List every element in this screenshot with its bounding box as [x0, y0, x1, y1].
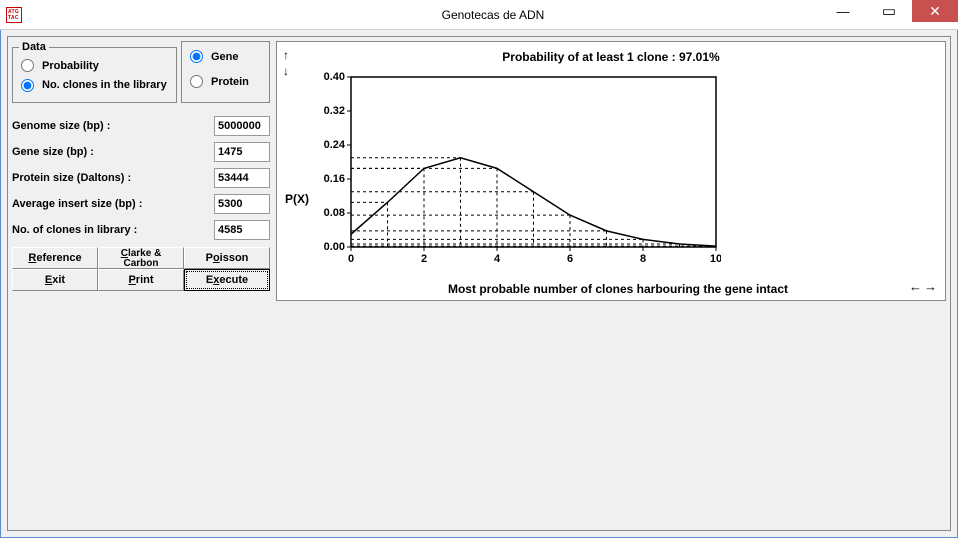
radio-no-clones[interactable]: No. clones in the library	[19, 74, 170, 96]
clarke-carbon-button[interactable]: Clarke &Carbon	[98, 247, 184, 269]
protein-size-label: Protein size (Daltons) :	[12, 172, 214, 184]
inner-panel: Data Probability No. clones in the libra…	[7, 36, 951, 531]
radio-gene[interactable]: Gene	[188, 48, 263, 65]
titlebar: Genotecas de ADN — ▭ ✕	[0, 0, 958, 30]
chart-title: Probability of at least 1 clone : 97.01%	[277, 50, 945, 64]
client-area: Data Probability No. clones in the libra…	[0, 30, 958, 538]
reference-button[interactable]: Reference	[12, 247, 98, 269]
radio-gene-label: Gene	[211, 51, 239, 63]
avg-insert-label: Average insert size (bp) :	[12, 198, 214, 210]
data-groupbox: Data Probability No. clones in the libra…	[12, 41, 177, 103]
field-avg-insert: Average insert size (bp) :	[12, 191, 270, 217]
x-arrows[interactable]: ← →	[909, 279, 937, 294]
poisson-button[interactable]: Poisson	[184, 247, 270, 269]
x-axis-label: Most probable number of clones harbourin…	[321, 283, 915, 296]
svg-text:0.16: 0.16	[324, 173, 345, 185]
svg-text:8: 8	[640, 253, 646, 265]
minimize-button[interactable]: —	[820, 0, 866, 22]
field-gene-size: Gene size (bp) :	[12, 139, 270, 165]
button-grid: Reference Clarke &Carbon Poisson Exit Pr…	[12, 247, 270, 291]
field-protein-size: Protein size (Daltons) :	[12, 165, 270, 191]
svg-text:0.00: 0.00	[324, 241, 345, 253]
close-button[interactable]: ✕	[912, 0, 958, 22]
exit-button[interactable]: Exit	[12, 269, 98, 291]
svg-text:0.08: 0.08	[324, 207, 345, 219]
radio-protein-label: Protein	[211, 76, 249, 88]
chart-panel: ↑ ↓ Probability of at least 1 clone : 97…	[276, 41, 946, 301]
svg-text:2: 2	[421, 253, 427, 265]
protein-size-input[interactable]	[214, 168, 270, 188]
svg-text:0.24: 0.24	[324, 139, 346, 151]
radio-protein[interactable]: Protein	[188, 73, 263, 90]
svg-text:10: 10	[710, 253, 721, 265]
svg-text:6: 6	[567, 253, 573, 265]
field-genome-size: Genome size (bp) :	[12, 113, 270, 139]
execute-button[interactable]: Execute	[184, 269, 270, 291]
radio-no-clones-input[interactable]	[21, 79, 34, 92]
genome-size-input[interactable]	[214, 116, 270, 136]
window-controls: — ▭ ✕	[820, 0, 958, 22]
genome-size-label: Genome size (bp) :	[12, 120, 214, 132]
no-clones-label: No. of clones in library :	[12, 224, 214, 236]
data-legend: Data	[19, 41, 49, 53]
maximize-button[interactable]: ▭	[866, 0, 912, 22]
radio-no-clones-label: No. clones in the library	[42, 80, 167, 91]
radio-probability-label: Probability	[42, 60, 99, 72]
gene-size-label: Gene size (bp) :	[12, 146, 214, 158]
arrow-down-icon[interactable]: ↓	[283, 64, 289, 78]
radio-probability[interactable]: Probability	[19, 57, 170, 74]
svg-text:0.32: 0.32	[324, 105, 345, 117]
y-axis-label: P(X)	[285, 192, 309, 206]
left-panel: Data Probability No. clones in the libra…	[12, 41, 270, 526]
print-button[interactable]: Print	[98, 269, 184, 291]
radio-gene-input[interactable]	[190, 50, 203, 63]
input-fields: Genome size (bp) : Gene size (bp) : Prot…	[12, 113, 270, 243]
chart-plot: 0.00 0.08 0.16 0.24 0.32 0.40 0 2 4 6 8 10	[321, 72, 721, 267]
radio-protein-input[interactable]	[190, 75, 203, 88]
window-title: Genotecas de ADN	[28, 8, 958, 22]
arrow-right-icon[interactable]: →	[924, 279, 937, 294]
app-icon	[6, 7, 22, 23]
no-clones-input[interactable]	[214, 220, 270, 240]
radio-probability-input[interactable]	[21, 59, 34, 72]
svg-text:0.40: 0.40	[324, 72, 345, 83]
avg-insert-input[interactable]	[214, 194, 270, 214]
svg-text:4: 4	[494, 253, 501, 265]
type-groupbox: Gene Protein	[181, 41, 270, 103]
arrow-left-icon[interactable]: ←	[909, 279, 922, 294]
gene-size-input[interactable]	[214, 142, 270, 162]
svg-text:0: 0	[348, 253, 354, 265]
field-no-clones: No. of clones in library :	[12, 217, 270, 243]
